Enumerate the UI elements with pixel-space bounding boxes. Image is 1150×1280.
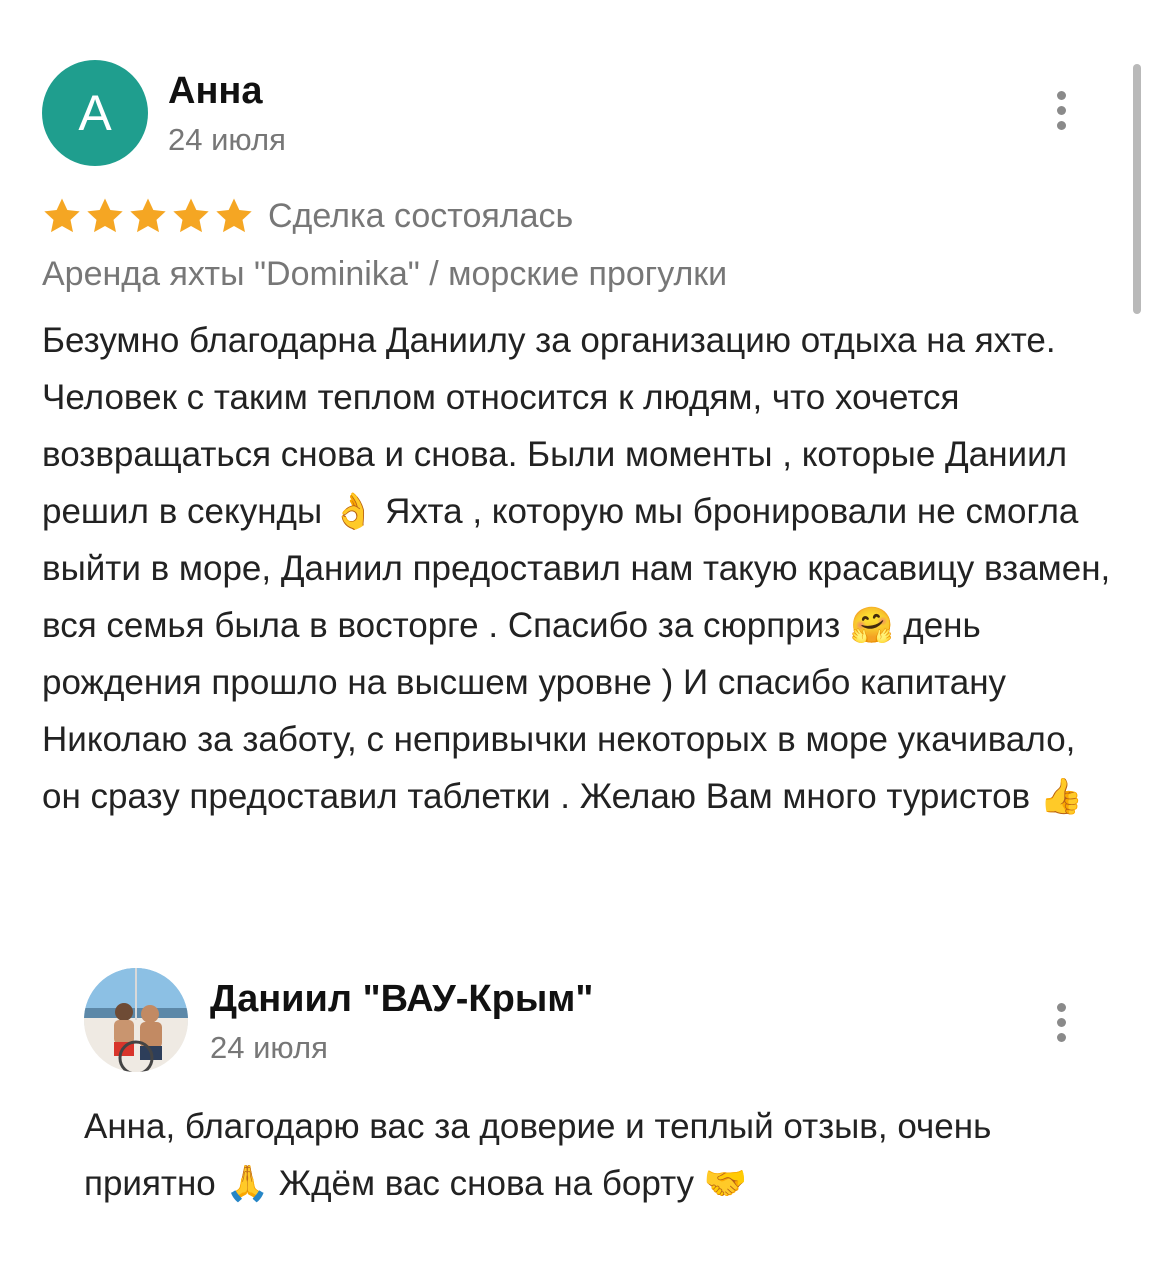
scrollbar[interactable]: [1133, 64, 1141, 314]
rating-row: Сделка состоялась: [42, 188, 1102, 244]
reply-header: Даниил "ВАУ-Крым" 24 июля: [84, 968, 1084, 1076]
review-card: А Анна 24 июля Сделка состоялась Аренда …: [42, 60, 1110, 825]
reply-text: Анна, благодарю вас за доверие и теплый …: [84, 1107, 992, 1203]
reply-date: 24 июля: [210, 1030, 328, 1065]
review-page: А Анна 24 июля Сделка состоялась Аренда …: [0, 0, 1150, 1280]
more-vertical-icon[interactable]: [1041, 992, 1081, 1052]
deal-status: Сделка состоялась: [268, 196, 574, 235]
more-vertical-icon[interactable]: [1041, 80, 1081, 140]
avatar[interactable]: А: [42, 60, 148, 166]
review-date: 24 июля: [168, 122, 286, 157]
review-text: Безумно благодарна Даниилу за организаци…: [42, 321, 1111, 816]
star-rating: [42, 196, 254, 236]
owner-reply: Даниил "ВАУ-Крым" 24 июля Анна, благодар…: [84, 968, 1084, 1212]
review-header: А Анна 24 июля: [42, 60, 1102, 166]
avatar[interactable]: [84, 968, 188, 1072]
star-icon: [216, 198, 252, 233]
star-icon: [130, 198, 166, 233]
star-icon: [173, 198, 209, 233]
star-icon: [44, 198, 80, 233]
star-icon: [87, 198, 123, 233]
review-author[interactable]: Анна: [168, 70, 262, 113]
service-title[interactable]: Аренда яхты "Dominika" / морские прогулк…: [42, 248, 1102, 300]
reply-author[interactable]: Даниил "ВАУ-Крым": [210, 978, 593, 1021]
